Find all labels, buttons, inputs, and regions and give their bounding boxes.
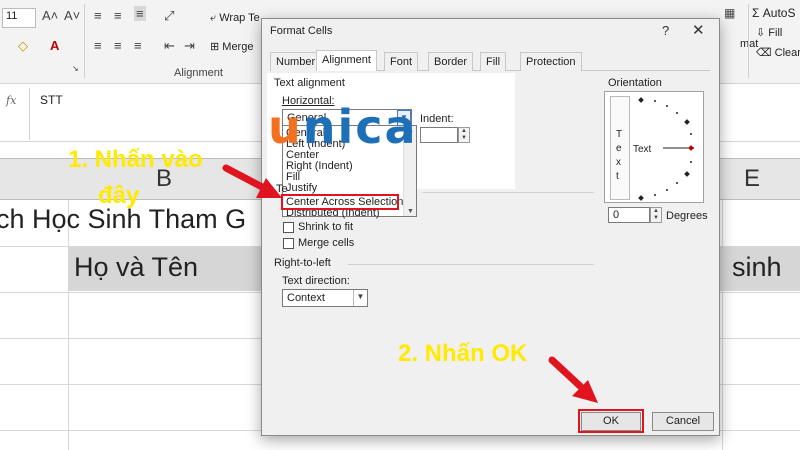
annotation-arrows — [222, 164, 598, 403]
arrow-to-ok-button — [548, 356, 598, 403]
arrow-to-center-across-selection — [222, 164, 282, 198]
